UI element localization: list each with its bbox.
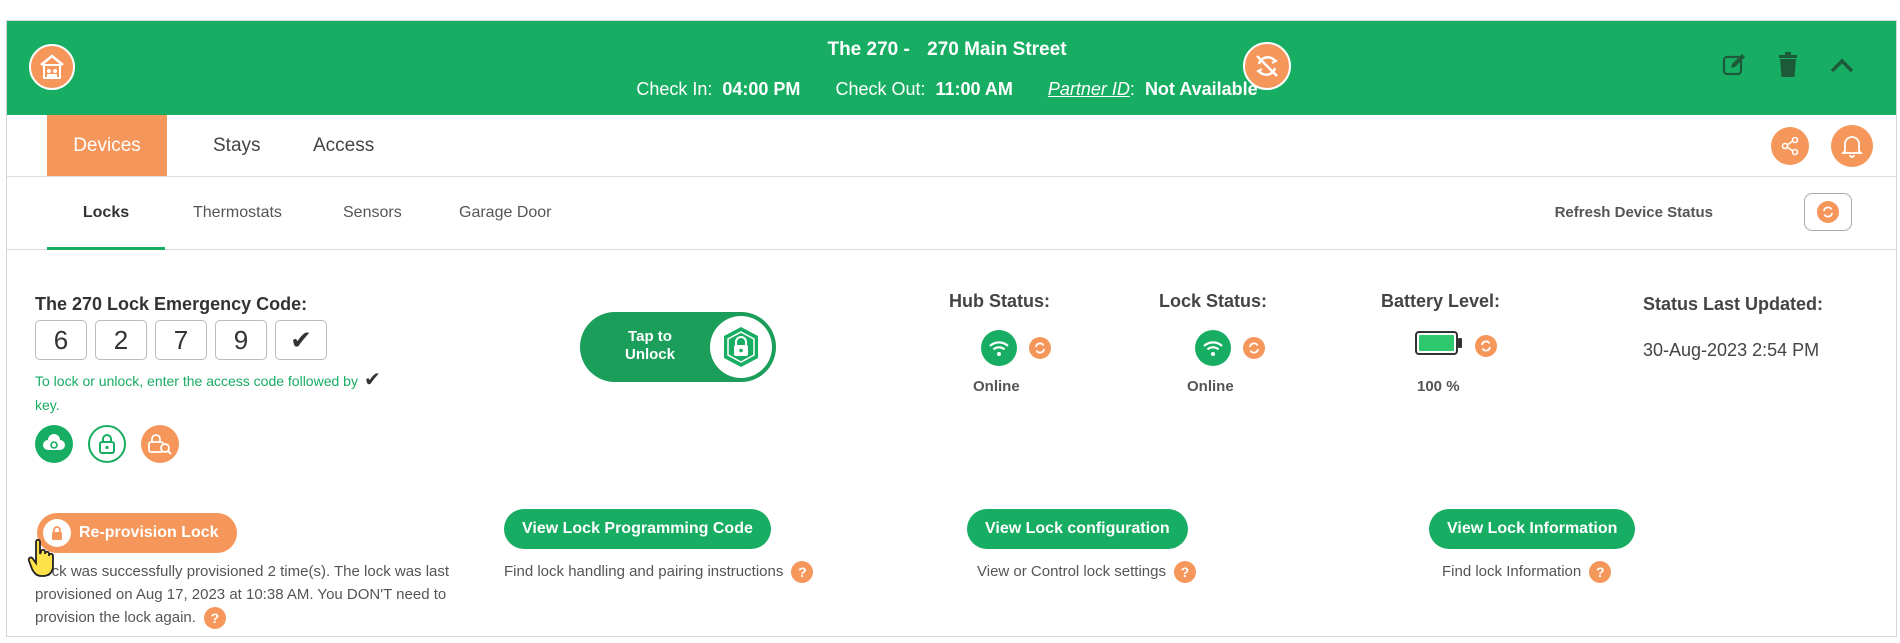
hub-status-value: Online — [973, 378, 1020, 395]
code-digit: 7 — [155, 320, 207, 360]
sync-icon — [1817, 201, 1839, 223]
reprovision-lock-button[interactable]: Re-provision Lock — [37, 513, 237, 553]
emergency-code-title: The 270 Lock Emergency Code: — [35, 294, 308, 314]
view-lock-programming-code-button[interactable]: View Lock Programming Code — [504, 509, 771, 549]
help-icon[interactable]: ? — [1173, 561, 1196, 584]
bell-icon — [1841, 136, 1863, 158]
hint-text-end: key. — [35, 397, 60, 413]
information-description: Find lock Information? — [1442, 560, 1612, 584]
code-digit: 6 — [35, 320, 87, 360]
check-in-value: 04:00 PM — [722, 79, 801, 99]
help-icon[interactable]: ? — [1589, 561, 1612, 584]
reprovision-description: Lock was successfully provisioned 2 time… — [35, 560, 471, 630]
main-tabs: Devices Stays Access — [7, 115, 1896, 177]
configuration-description: View or Control lock settings? — [977, 560, 1196, 584]
lock-search-icon[interactable] — [141, 425, 179, 463]
lock-sync-icon[interactable] — [1243, 337, 1265, 359]
refresh-button[interactable] — [1804, 193, 1852, 231]
tab-devices[interactable]: Devices — [47, 115, 167, 176]
tab-sensors[interactable]: Sensors — [315, 177, 430, 249]
battery-sync-icon[interactable] — [1475, 334, 1497, 357]
partner-id-colon: : — [1129, 79, 1135, 99]
refresh-label: Refresh Device Status — [1554, 204, 1713, 221]
edit-icon[interactable] — [1720, 51, 1748, 79]
check-out-value: 11:00 AM — [935, 79, 1013, 99]
cloud-sync-icon[interactable] — [35, 425, 73, 463]
unlock-label: Tap to Unlock — [624, 328, 675, 363]
hand-cursor-icon — [27, 538, 57, 583]
lock-action-icons — [35, 425, 179, 463]
help-icon[interactable]: ? — [203, 607, 226, 630]
hint-text: To lock or unlock, enter the access code… — [35, 373, 358, 389]
check-in-label: Check In: — [636, 79, 713, 99]
reprovision-desc-text: Lock was successfully provisioned 2 time… — [35, 563, 450, 626]
tap-to-unlock-toggle[interactable]: Tap to Unlock — [580, 312, 776, 382]
battery-icon — [1415, 330, 1463, 361]
reprovision-label: Re-provision Lock — [79, 524, 219, 541]
property-name: The 270 - — [827, 39, 910, 60]
configuration-desc-text: View or Control lock settings — [977, 563, 1166, 580]
battery-level-title: Battery Level: — [1381, 291, 1501, 311]
programming-desc-text: Find lock handling and pairing instructi… — [504, 563, 784, 580]
hub-sync-icon[interactable] — [1029, 337, 1051, 359]
property-address: 270 Main Street — [927, 39, 1067, 60]
emergency-code: 6 2 7 9 ✔ — [35, 320, 327, 360]
help-icon[interactable]: ? — [791, 561, 814, 584]
property-panel: The 270 - 270 Main Street Check In: 04:00… — [6, 20, 1897, 637]
view-lock-configuration-button[interactable]: View Lock configuration — [967, 509, 1188, 549]
wifi-icon — [981, 330, 1017, 366]
code-check-key: ✔ — [275, 320, 327, 360]
header-actions — [1720, 51, 1856, 79]
property-summary: The 270 - 270 Main Street Check In: 04:00… — [587, 39, 1307, 100]
chevron-up-icon[interactable] — [1828, 51, 1856, 79]
device-tabs: Locks Thermostats Sensors Garage Door Re… — [7, 177, 1896, 250]
status-updated-title: Status Last Updated: — [1643, 294, 1824, 314]
partner-id-value: Not Available — [1144, 79, 1258, 99]
hub-status-icons — [981, 330, 1051, 366]
tab-access[interactable]: Access — [285, 115, 402, 176]
lock-details: The 270 Lock Emergency Code: 6 2 7 9 ✔ T… — [7, 250, 1896, 638]
status-updated-value: 30-Aug-2023 2:54 PM — [1643, 340, 1820, 360]
no-sync-icon[interactable] — [1243, 42, 1291, 90]
battery-icons — [1415, 330, 1497, 361]
tab-thermostats[interactable]: Thermostats — [165, 177, 310, 249]
hub-status-title: Hub Status: — [949, 291, 1050, 311]
share-button[interactable] — [1771, 127, 1809, 165]
code-digit: 9 — [215, 320, 267, 360]
shield-lock-icon — [710, 316, 772, 378]
lock-status-title: Lock Status: — [1159, 291, 1268, 311]
property-header: The 270 - 270 Main Street Check In: 04:00… — [7, 21, 1896, 115]
code-digit: 2 — [95, 320, 147, 360]
trash-icon[interactable] — [1774, 51, 1802, 79]
lock-status-icons — [1195, 330, 1265, 366]
check-out-label: Check Out: — [835, 79, 926, 99]
tab-garage-door[interactable]: Garage Door — [431, 177, 580, 249]
information-desc-text: Find lock Information — [1442, 563, 1582, 580]
programming-description: Find lock handling and pairing instructi… — [504, 560, 814, 584]
battery-level-value: 100 % — [1417, 378, 1460, 395]
tab-stays[interactable]: Stays — [185, 115, 289, 176]
partner-id-link[interactable]: Partner ID — [1048, 79, 1130, 99]
share-icon — [1781, 136, 1799, 156]
check-icon: ✔ — [363, 369, 381, 391]
wifi-icon — [1195, 330, 1231, 366]
tab-locks[interactable]: Locks — [47, 177, 165, 250]
lock-icon[interactable] — [88, 425, 126, 463]
emergency-code-hint: To lock or unlock, enter the access code… — [35, 368, 435, 417]
home-icon[interactable] — [29, 44, 75, 90]
view-lock-information-button[interactable]: View Lock Information — [1429, 509, 1636, 549]
notifications-button[interactable] — [1831, 125, 1873, 167]
lock-status-value: Online — [1187, 378, 1234, 395]
